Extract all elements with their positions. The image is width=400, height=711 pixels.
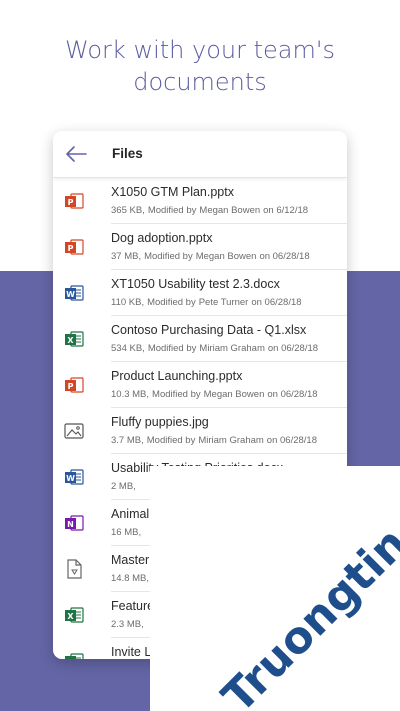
file-text: XT1050 Usability test 2.3.docx 110 KB, Mod… — [111, 270, 347, 316]
svg-text:X: X — [67, 658, 74, 659]
file-text: Dog adoption.pptx 37 MB, Modified by Megan … — [111, 224, 347, 270]
file-size: 2 MB, — [111, 481, 136, 492]
headline: Work with your team's documents — [0, 34, 400, 98]
file-person: Pete Turner — [198, 297, 249, 308]
file-meta: 37 MB, Modified by Megan Bowen on 06/28/18 — [111, 251, 313, 262]
svg-text:W: W — [66, 290, 75, 299]
file-meta: 365 KB, Modified by Megan Bowen on 6/12/18 — [111, 205, 311, 216]
headline-line-1: Work with your team's — [65, 36, 335, 64]
file-row[interactable]: X Contoso Purchasing Data - Q1.xlsx 534 KB… — [53, 316, 347, 362]
excel-icon: X — [64, 651, 84, 659]
watermark-logo: Truongtin.top — [213, 448, 400, 710]
file-size: 110 KB, — [111, 297, 145, 308]
file-modified-label: Modified by — [144, 251, 193, 262]
file-name: Product Launching.pptx — [111, 369, 243, 383]
file-text: X1050 GTM Plan.pptx 365 KB, Modified by Meg… — [111, 178, 347, 224]
file-person: Miriam Graham — [199, 343, 265, 354]
powerpoint-icon: P — [64, 191, 84, 211]
watermark-text: Truongtin.top — [213, 448, 400, 710]
onenote-icon: N — [64, 513, 84, 533]
file-meta: 10.3 MB, Modified by Megan Bowen on 06/28/1… — [111, 389, 321, 400]
svg-text:X: X — [67, 336, 74, 345]
file-text: Contoso Purchasing Data - Q1.xlsx 534 KB,… — [111, 316, 347, 362]
file-size: 2.3 MB, — [111, 619, 144, 630]
svg-text:N: N — [67, 520, 74, 529]
page-title: Files — [112, 146, 143, 161]
word-icon: W — [64, 283, 84, 303]
file-person: Megan Bowen — [195, 251, 257, 262]
file-size: 365 KB, — [111, 205, 145, 216]
svg-text:P: P — [68, 198, 74, 207]
file-row[interactable]: W XT1050 Usability test 2.3.docx 110 KB, Mo… — [53, 270, 347, 316]
document-icon — [64, 559, 84, 579]
back-arrow-icon[interactable] — [65, 145, 87, 163]
file-name: XT1050 Usability test 2.3.docx — [111, 277, 280, 291]
file-text: Product Launching.pptx 10.3 MB, Modified b… — [111, 362, 347, 408]
excel-icon: X — [64, 329, 84, 349]
file-person: Megan Bowen — [203, 389, 265, 400]
file-row[interactable]: P Dog adoption.pptx 37 MB, Modified by Megan… — [53, 224, 347, 270]
powerpoint-icon: P — [64, 375, 84, 395]
app-bar: Files — [53, 131, 347, 178]
file-date: on 6/12/18 — [263, 205, 309, 216]
file-meta: 534 KB, Modified by Miriam Graham on 06/28/… — [111, 343, 321, 354]
file-modified-label: Modified by — [147, 297, 196, 308]
file-modified-label: Modified by — [152, 389, 201, 400]
file-name: X1050 GTM Plan.pptx — [111, 185, 234, 199]
file-date: on 06/28/18 — [259, 251, 310, 262]
file-size: 10.3 MB, — [111, 389, 150, 400]
excel-icon: X — [64, 605, 84, 625]
svg-text:P: P — [68, 244, 74, 253]
file-size: 37 MB, — [111, 251, 142, 262]
file-name: Fluffy puppies.jpg — [111, 415, 209, 429]
svg-text:X: X — [67, 612, 74, 621]
file-size: 3.7 MB, — [111, 435, 144, 446]
file-date: on 06/28/18 — [267, 343, 319, 354]
file-date: on 06/28/18 — [251, 297, 302, 308]
file-meta: 110 KB, Modified by Pete Turner on 06/28/18 — [111, 297, 305, 308]
file-modified-label: Modified by — [147, 205, 197, 216]
powerpoint-icon: P — [64, 237, 84, 257]
svg-text:W: W — [66, 474, 75, 483]
file-size: 534 KB, — [111, 343, 145, 354]
file-name: Contoso Purchasing Data - Q1.xlsx — [111, 323, 307, 337]
file-name: Dog adoption.pptx — [111, 231, 213, 245]
file-row[interactable]: P X1050 GTM Plan.pptx 365 KB, Modified by Me… — [53, 178, 347, 224]
svg-text:P: P — [68, 382, 74, 391]
file-size: 16 MB, — [111, 527, 142, 538]
file-row[interactable]: P Product Launching.pptx 10.3 MB, Modified … — [53, 362, 347, 408]
file-date: on 06/28/18 — [267, 389, 318, 400]
headline-line-2: documents — [133, 68, 267, 96]
image-icon — [64, 421, 84, 441]
file-person: Megan Bowen — [199, 205, 261, 216]
word-icon: W — [64, 467, 84, 487]
file-modified-label: Modified by — [147, 343, 197, 354]
